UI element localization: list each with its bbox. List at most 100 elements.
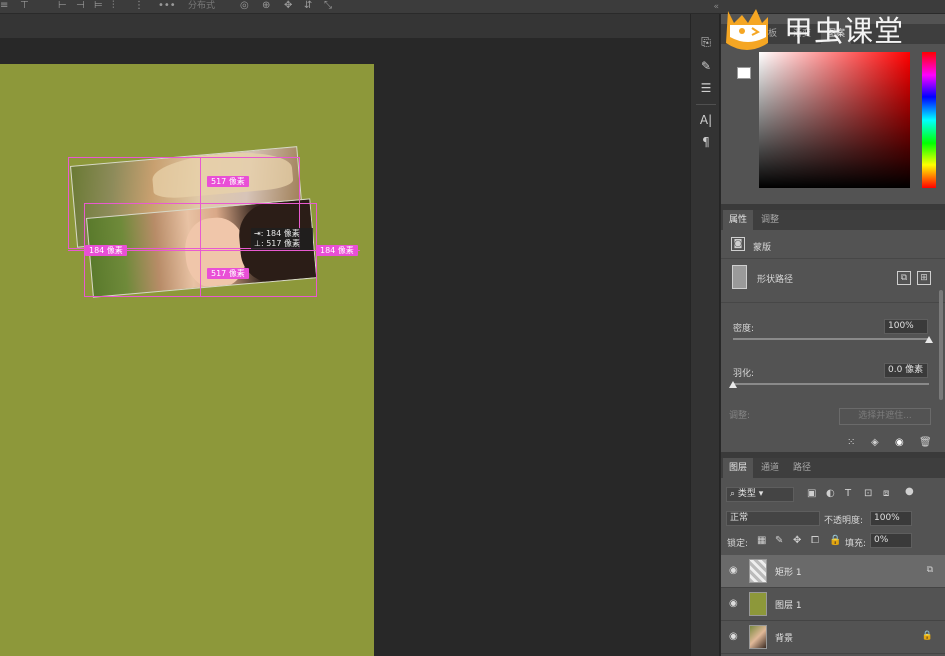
orbit-icon[interactable]: ⊕ [262, 0, 270, 12]
apply-mask-icon[interactable]: ◈ [871, 437, 879, 448]
refine-label: 调整: [729, 411, 751, 421]
fill-label: 填充: [845, 539, 867, 549]
filter-toggle-icon[interactable]: ● [905, 486, 914, 497]
fill-field[interactable]: 0% [870, 533, 912, 548]
feather-slider[interactable] [733, 383, 929, 385]
menu-icon[interactable]: ≡ [0, 0, 8, 12]
tooltip-line-x: ⇥: 184 像素 [254, 229, 300, 238]
filter-type-icon[interactable]: T [845, 488, 851, 499]
rotate-3d-icon[interactable]: ◎ [240, 0, 249, 12]
density-slider[interactable] [733, 338, 929, 340]
layer-name: 矩形 1 [775, 568, 802, 578]
layer-name: 背景 [775, 634, 794, 644]
artboard[interactable] [0, 64, 374, 656]
smart-object-icon: ⧉ [926, 565, 933, 575]
density-label: 密度: [733, 324, 755, 334]
filter-smart-object-icon[interactable]: ⧈ [883, 488, 889, 499]
lock-transparent-icon[interactable]: ▦ [757, 535, 766, 546]
tab-adjustments[interactable]: 调整 [755, 210, 785, 230]
blend-mode-value: 正常 [730, 513, 749, 523]
tooltip-line-y: ⊥: 517 像素 [254, 239, 301, 248]
bug-mascot-logo [726, 9, 768, 50]
paragraph-icon[interactable]: ¶ [698, 134, 714, 150]
align-left-icon[interactable]: ⊢ [58, 0, 67, 12]
shape-path-thumbnail [732, 265, 747, 289]
opacity-label: 不透明度: [824, 516, 864, 526]
hue-slider[interactable] [922, 52, 936, 188]
align-right-icon[interactable]: ⊨ [94, 0, 103, 12]
layers-tabs: 图层 通道 路径 [721, 458, 945, 478]
properties-scrollbar[interactable] [939, 290, 943, 400]
slide-3d-icon[interactable]: ⇵ [304, 0, 312, 12]
distribute-icon[interactable]: ⫶ [112, 0, 115, 12]
character-icon[interactable]: A| [698, 112, 714, 128]
layer-thumbnail [749, 625, 767, 649]
layer-thumbnail [749, 592, 767, 616]
tab-properties[interactable]: 属性 [723, 210, 754, 230]
opacity-field[interactable]: 100% [870, 511, 912, 526]
measure-right-gap: 184 像素 [316, 245, 358, 256]
align-center-icon[interactable]: ⊣ [76, 0, 85, 12]
filter-pixel-icon[interactable]: ▣ [807, 488, 816, 499]
delete-mask-icon[interactable]: 🗑 [919, 437, 932, 448]
guide-center-vertical [200, 157, 201, 297]
brand-watermark: 甲虫课堂 [718, 0, 945, 60]
select-and-mask-button[interactable]: 选择并遮住... [839, 408, 931, 425]
layer-name: 图层 1 [775, 601, 802, 611]
history-icon[interactable]: ⎘ [698, 34, 714, 50]
visibility-eye-icon[interactable]: ◉ [729, 598, 738, 609]
tab-channels[interactable]: 通道 [755, 458, 785, 478]
visibility-icon[interactable]: ◉ [895, 437, 904, 448]
feather-label: 羽化: [733, 369, 755, 379]
align-top-icon[interactable]: ⊤ [20, 0, 29, 12]
tab-layers[interactable]: 图层 [723, 458, 754, 478]
divider [721, 302, 945, 303]
properties-tabs: 属性 调整 [721, 210, 945, 230]
shape-path-label: 形状路径 [757, 275, 794, 285]
measure-top-width: 517 像素 [207, 176, 249, 187]
lock-pixels-icon[interactable]: ✎ [775, 535, 783, 546]
filter-shape-icon[interactable]: ⊡ [864, 488, 872, 499]
layer-row-rectangle[interactable]: ◉ 矩形 1 ⧉ [721, 555, 945, 588]
more-options-icon[interactable]: ••• [158, 0, 176, 12]
foreground-color-swatch[interactable] [737, 67, 751, 79]
distribute-v-icon[interactable]: ⋮ [134, 0, 144, 12]
canvas-area[interactable] [0, 38, 676, 656]
brush-settings-icon[interactable]: ✎ [698, 58, 714, 74]
brand-name: 甲虫课堂 [784, 14, 905, 48]
mask-title: 蒙版 [753, 243, 772, 253]
layer-row-layer1[interactable]: ◉ 图层 1 [721, 588, 945, 621]
divider [721, 258, 945, 259]
adjust-sliders-icon[interactable]: ☰ [698, 80, 714, 96]
divider [696, 104, 716, 105]
blend-mode-select[interactable]: 正常 [726, 511, 820, 526]
lock-position-icon[interactable]: ✥ [793, 535, 801, 546]
color-picker-field[interactable] [759, 52, 910, 188]
tab-paths[interactable]: 路径 [787, 458, 817, 478]
layer-thumbnail [749, 559, 767, 583]
load-selection-icon[interactable]: ⁙ [847, 437, 855, 448]
document-tab-strip [0, 14, 690, 38]
lock-label: 锁定: [727, 539, 749, 549]
density-slider-thumb[interactable] [925, 336, 933, 343]
pan-3d-icon[interactable]: ✥ [284, 0, 292, 12]
mask-icon: ◙ [731, 237, 745, 251]
vector-mask-icon[interactable]: ⊞ [917, 271, 931, 285]
layer-filter-select[interactable]: ⌕ 类型 ▾ [726, 487, 794, 502]
visibility-eye-icon[interactable]: ◉ [729, 631, 738, 642]
search-icon: ⌕ [730, 489, 738, 499]
panel-icon-column: ⎘ ✎ ☰ A| ¶ [690, 14, 720, 656]
lock-icon: 🔒 [921, 631, 933, 641]
visibility-eye-icon[interactable]: ◉ [729, 565, 738, 576]
density-field[interactable]: 100% [884, 319, 928, 334]
feather-slider-thumb[interactable] [729, 381, 737, 388]
filter-adjustment-icon[interactable]: ◐ [826, 488, 835, 499]
layer-row-background[interactable]: ◉ 背景 🔒 [721, 621, 945, 654]
scale-3d-icon[interactable]: ⤡ [324, 0, 332, 12]
layer-filter-kind: 类型 [737, 489, 756, 499]
lock-artboard-icon[interactable]: ⧠ [811, 535, 819, 546]
feather-field[interactable]: 0.0 像素 [884, 363, 928, 378]
distribute-label: 分布式 [188, 1, 216, 11]
lock-all-icon[interactable]: 🔒 [829, 535, 841, 546]
add-mask-icon[interactable]: ⧉ [897, 271, 911, 285]
